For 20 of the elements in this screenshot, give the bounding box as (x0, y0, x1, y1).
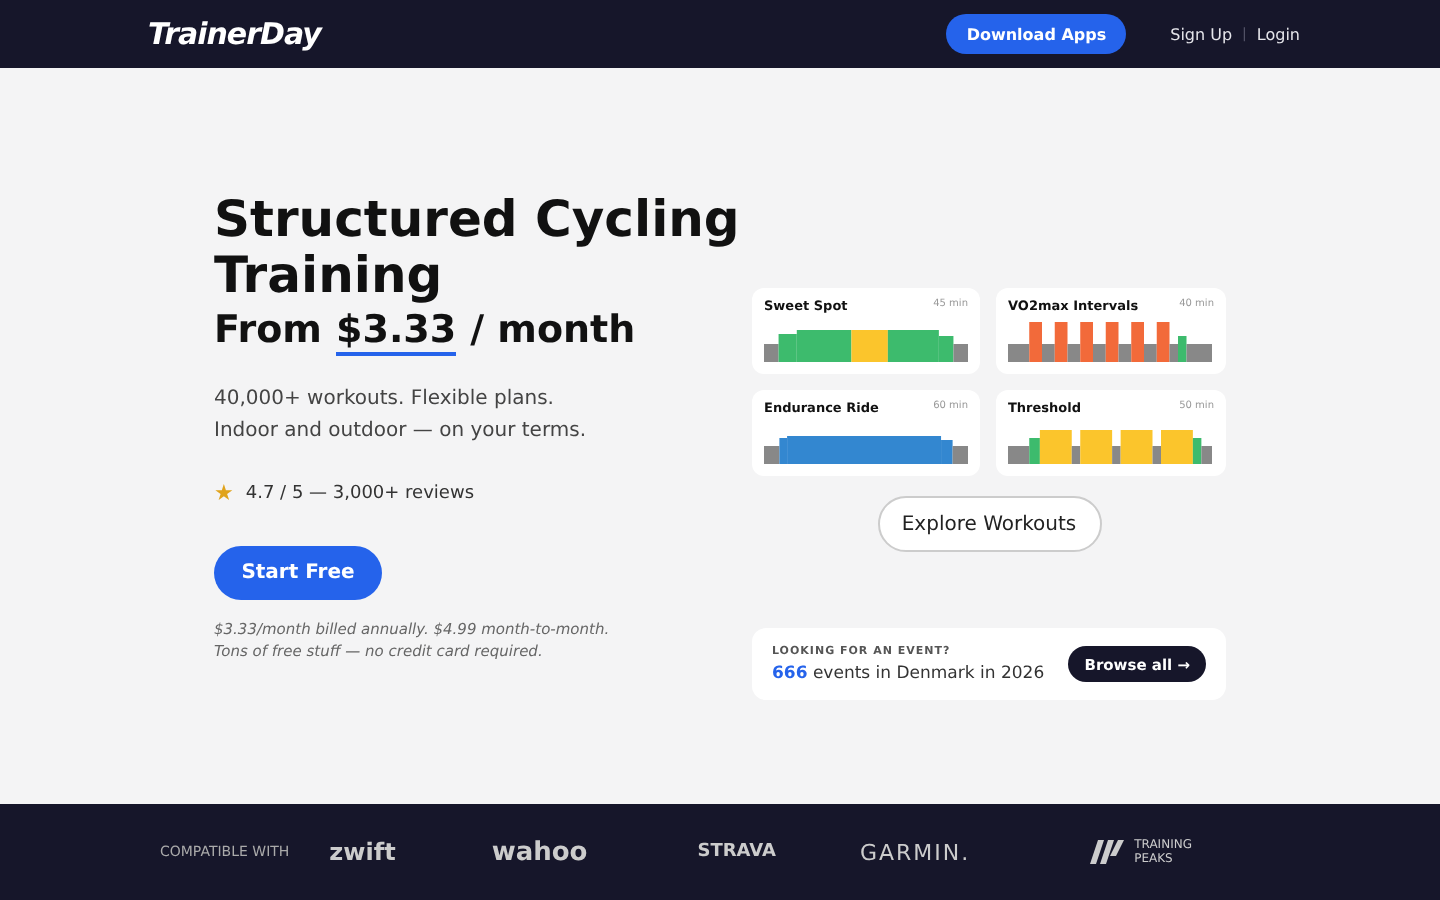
price: $3.33 (336, 308, 457, 356)
subtitle: Indoor and outdoor — on your terms. (214, 418, 589, 446)
events-text: 666 events in Denmark in 2026 (772, 663, 1045, 683)
download-apps-button[interactable]: Download Apps (946, 14, 1127, 54)
star-icon: ★ (214, 480, 234, 506)
nav-link[interactable]: Login (1256, 25, 1300, 43)
logo[interactable]: TrainerDay (148, 16, 321, 52)
price-suffix: / month (470, 308, 636, 356)
hero-title: Structured Cycling Training (214, 192, 742, 304)
rating-text: 4.7 / 5 — 3,000+ reviews (245, 483, 475, 503)
partner-logo: zwift (329, 838, 396, 866)
stripes-icon (1090, 836, 1127, 868)
start-free-button[interactable]: Start Free (214, 546, 382, 600)
partner-logo: GARMIN. (859, 839, 971, 865)
price-prefix: From (214, 308, 322, 356)
explore-workouts-button[interactable]: Explore Workouts (877, 496, 1101, 552)
partner-logo: STRAVA (697, 842, 776, 862)
nav-link[interactable]: Sign Up (1170, 25, 1233, 43)
partner-logo: wahoo (491, 837, 588, 867)
subtitle: 40,000+ workouts. Flexible plans. (214, 386, 556, 414)
